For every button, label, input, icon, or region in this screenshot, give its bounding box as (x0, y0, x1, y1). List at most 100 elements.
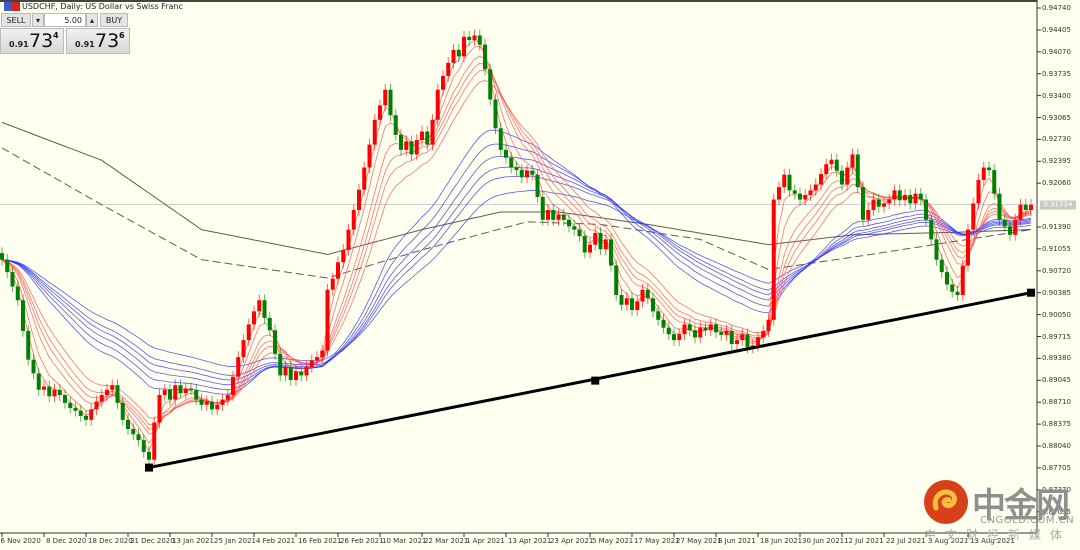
candle-body (834, 159, 839, 171)
candle-body (651, 298, 655, 312)
candle-body (414, 140, 419, 155)
candle-body (404, 141, 409, 150)
candle-body (173, 385, 178, 400)
bid-price-button[interactable]: 0.91 73 4 (0, 28, 64, 54)
candle-body (488, 69, 493, 100)
chart-title: USDCHF, Daily: US Dollar vs Swiss Franc (22, 2, 183, 11)
candle-body (556, 214, 561, 220)
price-tick-label: 0.92060 (1042, 179, 1071, 188)
price-tick-label: 0.93400 (1042, 91, 1071, 100)
candle-body (598, 232, 603, 250)
price-tick-label: 0.91055 (1042, 244, 1071, 253)
time-tick-label: 18 Dec 2020 (88, 537, 133, 545)
price-tick-label: 0.87705 (1042, 463, 1071, 472)
candle-body (262, 300, 267, 318)
candle-body (666, 327, 671, 335)
candle-body (157, 395, 162, 423)
time-tick-label: 30 Jun 2021 (802, 537, 845, 545)
candle-body (693, 330, 697, 338)
price-tick-label: 0.92395 (1042, 157, 1071, 166)
candle-body (640, 289, 645, 302)
time-tick-label: 5 May 2021 (592, 537, 634, 545)
candle-body (10, 272, 15, 287)
candle-body (603, 239, 608, 250)
candle-body (336, 262, 340, 279)
candle-body (987, 167, 991, 171)
price-chart[interactable] (0, 0, 1080, 550)
trendline-end-handle[interactable] (1027, 288, 1035, 297)
time-tick-label: 27 May 2021 (676, 537, 722, 545)
slow-ma-ribbon-line (1, 189, 1032, 368)
candle-body (530, 170, 535, 175)
time-tick-label: 4 Feb 2021 (256, 537, 296, 545)
candle-body (315, 357, 319, 361)
candle-body (1018, 204, 1023, 220)
candle-body (761, 330, 766, 338)
candle-body (777, 187, 781, 200)
candle-body (357, 189, 361, 211)
candle-body (236, 357, 241, 377)
bid-prefix: 0.91 (9, 40, 29, 49)
candle-body (372, 119, 377, 145)
candle-body (231, 376, 235, 396)
candle-body (367, 144, 372, 168)
candle-body (624, 298, 629, 305)
candle-body (126, 419, 130, 430)
candle-body (141, 440, 146, 452)
buy-button[interactable]: BUY (100, 13, 128, 27)
candle-body (325, 289, 330, 351)
candle-body (199, 399, 204, 405)
candle-body (115, 385, 120, 403)
candle-body (220, 399, 225, 405)
candle-body (136, 434, 141, 441)
candle-body (740, 334, 745, 341)
candle-body (204, 401, 209, 405)
volume-decrease-button[interactable]: ▾ (32, 13, 44, 27)
candle-body (588, 244, 592, 253)
fast-ma-ribbon-line (1, 79, 1032, 419)
watermark-domain: CNGOLD.COM.CN (980, 515, 1075, 526)
candle-body (257, 300, 262, 312)
candle-body (288, 366, 293, 380)
candle-body (876, 199, 881, 207)
price-tick-label: 0.90050 (1042, 310, 1071, 319)
ask-price-button[interactable]: 0.91 73 6 (66, 28, 130, 54)
candle-body (215, 404, 220, 410)
candle-body (378, 105, 382, 120)
candle-body (908, 194, 913, 204)
candle-body (504, 149, 508, 158)
candle-body (26, 330, 31, 360)
trendline-mid-handle[interactable] (591, 376, 600, 385)
candle-body (189, 388, 193, 390)
candle-body (462, 36, 466, 57)
candle-body (630, 298, 634, 311)
trendline-start-handle[interactable] (145, 463, 153, 472)
candle-body (535, 174, 540, 197)
time-tick-label: 23 Apr 2021 (550, 537, 594, 545)
candle-body (882, 203, 886, 207)
candle-body (477, 35, 482, 45)
candle-body (614, 265, 619, 295)
price-tick-label: 0.88710 (1042, 398, 1071, 407)
candle-body (42, 386, 46, 390)
long-ma-solid-line (1, 121, 1032, 256)
candle-body (708, 324, 713, 331)
time-tick-label: 13 Jan 2021 (172, 537, 214, 545)
candle-body (120, 402, 125, 420)
time-tick-label: 25 Jan 2021 (214, 537, 256, 545)
volume-increase-button[interactable]: ▴ (86, 13, 98, 27)
candle-body (15, 286, 20, 301)
candle-body (94, 401, 99, 410)
candle-body (829, 159, 834, 165)
time-tick-label: 8 Jun 2021 (718, 537, 756, 545)
candle-body (855, 154, 860, 188)
candle-body (1013, 219, 1018, 235)
candle-body (792, 190, 797, 194)
support-trendline (148, 291, 1032, 470)
volume-input[interactable]: 5.00 (44, 13, 86, 27)
price-tick-label: 0.88375 (1042, 420, 1071, 429)
candle-body (903, 194, 907, 201)
sell-button[interactable]: SELL (1, 13, 31, 27)
candle-body (656, 311, 661, 320)
candle-body (210, 401, 214, 410)
